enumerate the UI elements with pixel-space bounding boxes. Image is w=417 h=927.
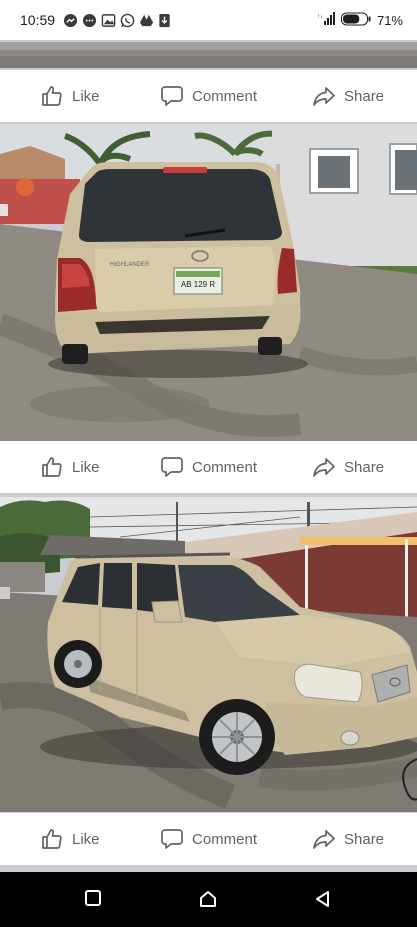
license-plate-text: AB 129 R [181, 280, 215, 289]
square-icon [85, 890, 101, 906]
gallery-icon [101, 13, 116, 28]
comment-icon [161, 86, 183, 106]
post-actions: Like Comment Share [0, 813, 417, 865]
comment-button[interactable]: Comment [160, 455, 257, 479]
comment-label: Comment [192, 458, 258, 476]
share-icon [313, 830, 335, 849]
comment-icon [161, 457, 183, 477]
battery-percent: 71% [376, 12, 403, 28]
system-navigation-bar [0, 872, 417, 927]
post-photo-rear-view[interactable]: AB 129 R HIGHLANDER [0, 124, 417, 441]
battery-icon [340, 12, 371, 29]
share-icon [313, 87, 335, 106]
recent-apps-button[interactable] [84, 889, 102, 907]
signal-icon: ↑↓ [317, 11, 335, 29]
download-icon [158, 13, 171, 28]
model-badge-text: HIGHLANDER [110, 262, 150, 268]
chat-icon [82, 13, 97, 28]
comment-label: Comment [192, 830, 258, 848]
status-bar: 10:59 ↑↓ 71% [0, 0, 417, 40]
thumbs-up-icon [42, 86, 62, 106]
comment-button[interactable]: Comment [160, 827, 257, 851]
post-actions: Like Comment Share [0, 441, 417, 493]
status-right: ↑↓ 71% [317, 11, 403, 29]
like-label: Like [72, 458, 100, 476]
like-label: Like [72, 830, 100, 848]
notification-icons [63, 13, 171, 28]
drive-icon [139, 13, 154, 28]
share-button[interactable]: Share [312, 827, 384, 851]
like-button[interactable]: Like [40, 827, 100, 851]
share-label: Share [344, 87, 385, 105]
comment-icon [161, 829, 183, 849]
status-time: 10:59 [20, 12, 56, 28]
messenger-icon [63, 13, 78, 28]
thumbs-up-icon [42, 829, 62, 849]
share-button[interactable]: Share [312, 455, 384, 479]
back-triangle-icon [316, 891, 329, 907]
share-icon [313, 458, 335, 477]
like-label: Like [72, 87, 100, 105]
comment-button[interactable]: Comment [160, 84, 257, 108]
like-button[interactable]: Like [40, 84, 100, 108]
comment-label: Comment [192, 87, 258, 105]
like-button[interactable]: Like [40, 455, 100, 479]
whatsapp-icon [120, 13, 135, 28]
share-label: Share [344, 458, 385, 476]
back-button[interactable] [313, 889, 331, 909]
share-label: Share [344, 830, 385, 848]
svg-text:↑↓: ↑↓ [317, 14, 323, 20]
post-photo-partial[interactable] [0, 42, 417, 68]
thumbs-up-icon [42, 457, 62, 477]
post-photo-front-view[interactable] [0, 497, 417, 812]
home-button[interactable] [198, 889, 218, 909]
share-button[interactable]: Share [312, 84, 384, 108]
home-icon [200, 891, 216, 907]
post-actions: Like Comment Share [0, 70, 417, 122]
